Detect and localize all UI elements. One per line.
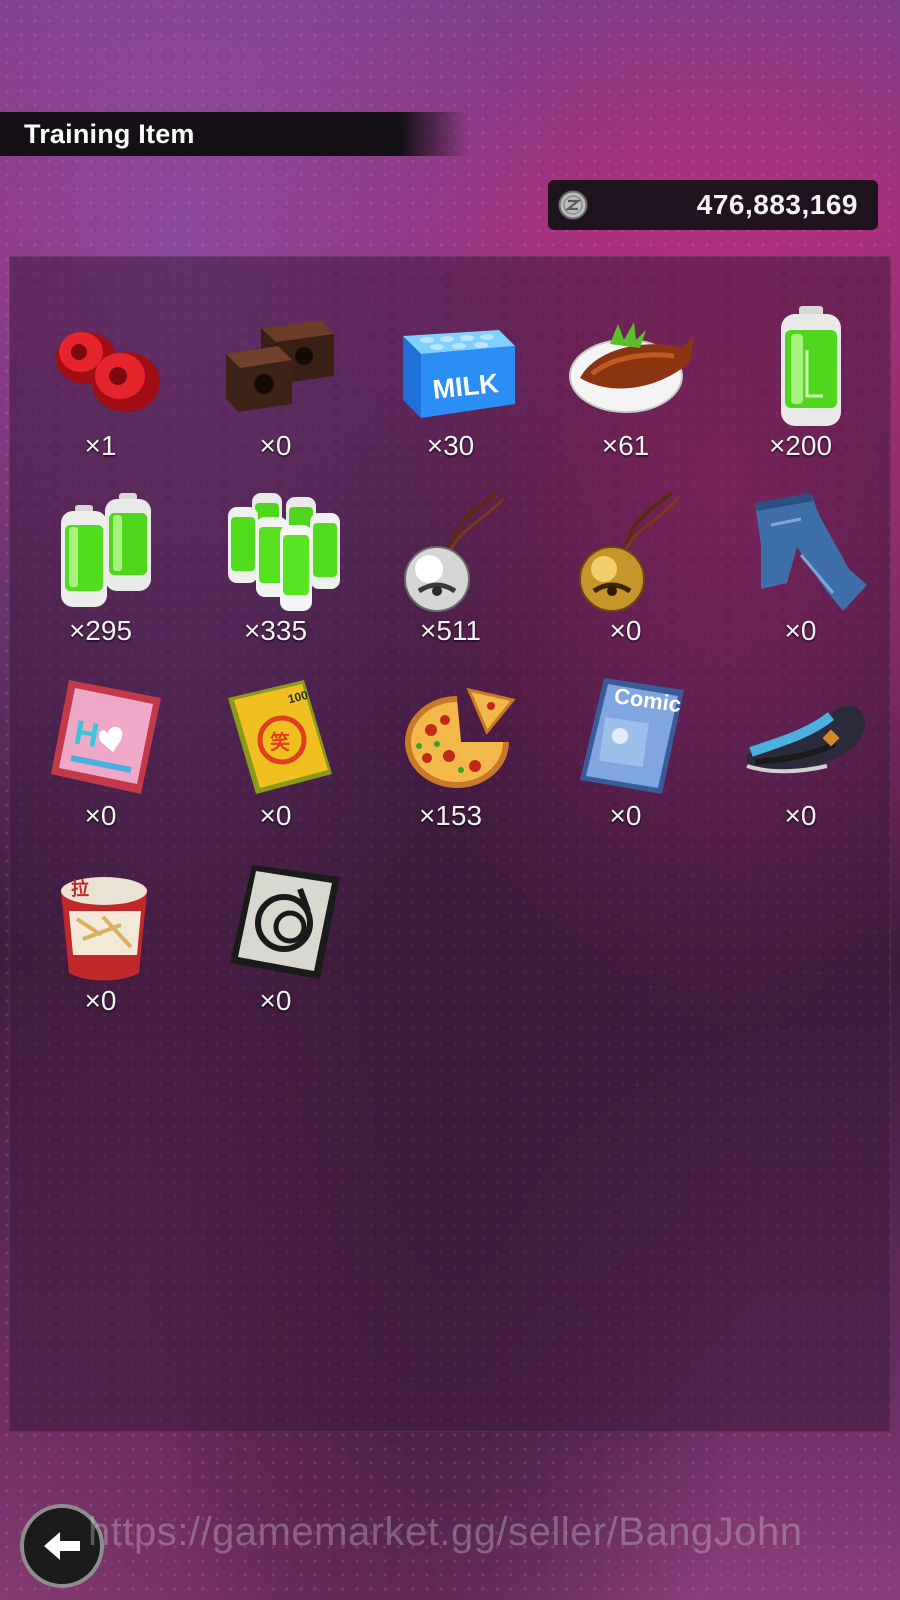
item-slot-shoe-insole[interactable]: ×0 — [713, 670, 888, 855]
title-bar: Training Item — [0, 112, 470, 156]
pizza-icon — [405, 687, 516, 788]
red-weights-icon — [56, 332, 160, 412]
item-slot-brown-weights[interactable]: ×0 — [188, 300, 363, 485]
item-slot-capsule-card[interactable]: ×0 — [188, 855, 363, 1040]
item-count: ×0 — [784, 800, 817, 831]
item-slot-silver-bell[interactable]: ×511 — [363, 485, 538, 670]
item-count: ×153 — [418, 800, 483, 831]
item-count: ×0 — [84, 985, 117, 1016]
item-count: ×61 — [601, 430, 650, 461]
gold-bell-icon — [579, 491, 680, 612]
battery-pack-icon — [228, 493, 340, 611]
item-slot-romance-book[interactable]: H ×0 — [13, 670, 188, 855]
watermark: https://gamemarket.gg/seller/BangJohn — [88, 1510, 803, 1554]
item-slot-joke-book[interactable]: 笑 100 ×0 — [188, 670, 363, 855]
svg-text:笑: 笑 — [270, 730, 290, 754]
zeni-coin-icon — [558, 190, 588, 220]
capsule-card-icon — [230, 865, 340, 979]
item-count: ×30 — [426, 430, 475, 461]
item-count: ×511 — [420, 615, 481, 646]
item-slot-battery-pack[interactable]: ×335 — [188, 485, 363, 670]
item-count: ×0 — [609, 615, 642, 646]
item-slot-pizza[interactable]: ×153 — [363, 670, 538, 855]
page-title: Training Item — [24, 118, 195, 149]
item-count: ×0 — [609, 800, 642, 831]
brown-weights-icon — [226, 320, 334, 412]
item-count: ×0 — [259, 800, 292, 831]
grilled-fish-icon — [569, 322, 694, 413]
item-grid: ×1 ×0 MILK ×30 ×61 ×200 ×295 ×335 ×511 ×… — [13, 300, 887, 1040]
item-count: ×295 — [68, 615, 133, 646]
item-slot-red-weights[interactable]: ×1 — [13, 300, 188, 485]
item-slot-milk-crate[interactable]: MILK ×30 — [363, 300, 538, 485]
comic-book-icon: Comic — [580, 678, 684, 794]
currency-amount: 476,883,169 — [696, 189, 858, 220]
item-slot-grilled-fish[interactable]: ×61 — [538, 300, 713, 485]
item-count: ×0 — [259, 985, 292, 1016]
silver-bell-icon — [404, 491, 505, 612]
battery-double-icon — [61, 493, 151, 607]
shoe-insole-icon — [746, 705, 865, 774]
item-slot-ramen-cup[interactable]: 拉 ×0 — [13, 855, 188, 1040]
item-count: ×0 — [784, 615, 817, 646]
milk-crate-icon: MILK — [403, 330, 515, 418]
item-count: ×200 — [768, 430, 833, 461]
joke-book-icon: 笑 100 — [228, 680, 332, 794]
ramen-cup-icon: 拉 — [61, 877, 147, 981]
battery-icon — [781, 306, 841, 426]
back-arrow-icon — [44, 1532, 80, 1560]
svg-text:拉: 拉 — [71, 878, 89, 900]
item-count: ×335 — [243, 615, 308, 646]
currency-display: 476,883,169 — [548, 180, 878, 230]
item-count: ×0 — [84, 800, 117, 831]
item-slot-battery-double[interactable]: ×295 — [13, 485, 188, 670]
romance-book-icon: H — [51, 680, 161, 794]
item-slot-gold-bell[interactable]: ×0 — [538, 485, 713, 670]
item-slot-comic-book[interactable]: Comic ×0 — [538, 670, 713, 855]
jeans-icon — [755, 493, 867, 611]
item-count: ×1 — [84, 430, 117, 461]
item-count: ×0 — [259, 430, 292, 461]
item-slot-battery-single[interactable]: ×200 — [713, 300, 888, 485]
item-slot-jeans[interactable]: ×0 — [713, 485, 888, 670]
